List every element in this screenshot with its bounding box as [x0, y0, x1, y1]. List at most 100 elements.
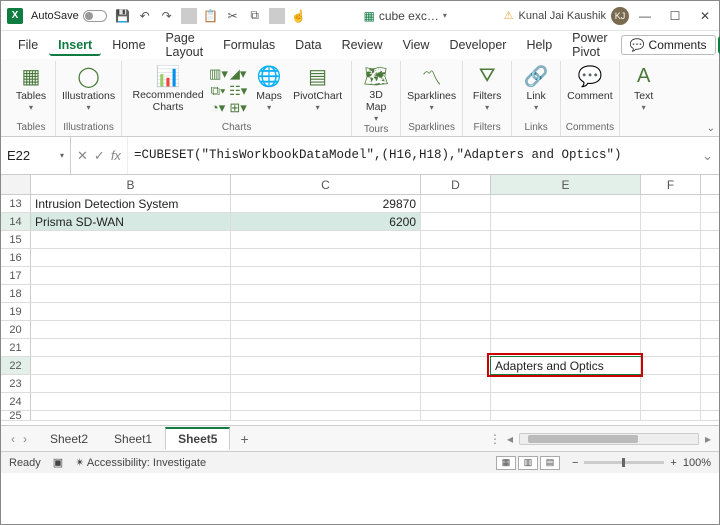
tab-file[interactable]: File	[9, 35, 47, 55]
touch-mode-icon[interactable]: ☝	[291, 8, 307, 24]
ribbon: ▦Tables▾ Tables ◯Illustrations▾ Illustra…	[1, 59, 719, 137]
filter-icon: ⛛	[479, 63, 496, 89]
paste-icon[interactable]: 📋	[203, 8, 219, 24]
row-23: 23	[1, 375, 719, 393]
row-19: 19	[1, 303, 719, 321]
col-header-f[interactable]: F	[641, 175, 701, 194]
document-title[interactable]: ▦ cube exc… ▾	[315, 9, 496, 23]
tab-view[interactable]: View	[394, 35, 439, 55]
comment-button[interactable]: 💬Comment	[565, 63, 615, 102]
cancel-formula-icon[interactable]: ✕	[77, 148, 88, 164]
tab-power-pivot[interactable]: Power Pivot	[563, 28, 616, 62]
page-break-view-icon[interactable]: ▤	[540, 456, 560, 470]
horizontal-scrollbar[interactable]	[519, 433, 699, 445]
chart-types[interactable]: ▥▾⧉▾◔▾	[209, 63, 227, 119]
sparklines-button[interactable]: 〽Sparklines▾	[405, 63, 458, 112]
next-sheet-icon[interactable]: ›	[23, 432, 27, 446]
close-icon[interactable]: ✕	[697, 9, 713, 23]
recommended-charts-button[interactable]: 📊Recommended Charts	[129, 63, 207, 113]
col-header-d[interactable]: D	[421, 175, 491, 194]
formula-buttons: ✕ ✓ fx	[71, 137, 128, 174]
excel-mini-icon: ▦	[363, 9, 374, 23]
comments-button[interactable]: 💬 Comments	[621, 35, 716, 55]
row-25: 25	[1, 411, 719, 421]
tab-insert[interactable]: Insert	[49, 35, 101, 56]
tab-split-icon[interactable]: ⋮	[489, 432, 501, 446]
comment-big-icon: 💬	[577, 63, 602, 89]
sheet-tab-sheet1[interactable]: Sheet1	[101, 428, 165, 450]
col-header-c[interactable]: C	[231, 175, 421, 194]
tab-formulas[interactable]: Formulas	[214, 35, 284, 55]
scroll-right-icon[interactable]: ▸	[705, 432, 711, 446]
zoom-level[interactable]: 100%	[683, 457, 711, 469]
stat-chart-icon: ☷▾	[229, 83, 247, 99]
macro-record-icon[interactable]: ▣	[53, 456, 63, 469]
sheet-tab-sheet2[interactable]: Sheet2	[37, 428, 101, 450]
accessibility-status[interactable]: ✴ Accessibility: Investigate	[75, 456, 206, 469]
filters-button[interactable]: ⛛Filters▾	[467, 63, 507, 112]
tables-button[interactable]: ▦Tables▾	[11, 63, 51, 112]
sheet-tab-sheet5[interactable]: Sheet5	[165, 427, 230, 450]
add-sheet-button[interactable]: +	[230, 431, 258, 447]
status-ready: Ready	[9, 457, 41, 469]
tab-review[interactable]: Review	[333, 35, 392, 55]
autosave-toggle[interactable]: AutoSave	[31, 10, 107, 22]
cell-e22[interactable]: Adapters and Optics	[491, 357, 641, 374]
save-icon[interactable]: 💾	[115, 8, 131, 24]
tab-home[interactable]: Home	[103, 35, 154, 55]
enter-formula-icon[interactable]: ✓	[94, 148, 105, 164]
expand-formula-icon[interactable]: ⌄	[696, 148, 719, 164]
3d-map-button[interactable]: 🗺3D Map▾	[356, 63, 396, 123]
normal-view-icon[interactable]: ▦	[496, 456, 516, 470]
maximize-icon[interactable]: ☐	[667, 9, 683, 23]
fx-icon[interactable]: fx	[111, 148, 121, 163]
tab-help[interactable]: Help	[517, 35, 561, 55]
spreadsheet-grid[interactable]: B C D E F 13Intrusion Detection System29…	[1, 175, 719, 425]
name-box[interactable]: E22▾	[1, 137, 71, 174]
chevron-down-icon[interactable]: ▾	[443, 11, 447, 20]
text-button[interactable]: AText▾	[624, 63, 664, 112]
ribbon-group-links: 🔗Link▾ Links	[512, 61, 561, 136]
zoom-slider[interactable]	[584, 461, 664, 464]
col-header-b[interactable]: B	[31, 175, 231, 194]
toggle-off-icon[interactable]	[83, 10, 107, 22]
row-22: 22Adapters and Optics	[1, 357, 719, 375]
zoom-control[interactable]: − + 100%	[572, 457, 711, 469]
prev-sheet-icon[interactable]: ‹	[11, 432, 15, 446]
status-bar: Ready ▣ ✴ Accessibility: Investigate ▦ ▥…	[1, 451, 719, 473]
collapse-ribbon-icon[interactable]: ⌄	[707, 123, 715, 134]
tab-data[interactable]: Data	[286, 35, 330, 55]
shapes-icon: ◯	[77, 63, 99, 89]
ribbon-group-sparklines: 〽Sparklines▾ Sparklines	[401, 61, 463, 136]
pivotchart-button[interactable]: ▤PivotChart▾	[291, 63, 344, 112]
quick-access-toolbar: 💾 ↶ ↷ 📋 ✂ ⧉ ☝	[115, 8, 307, 24]
tab-page-layout[interactable]: Page Layout	[157, 28, 213, 62]
zoom-in-icon[interactable]: +	[670, 457, 676, 469]
row-16: 16	[1, 249, 719, 267]
pie-chart-icon: ◔▾	[209, 100, 227, 116]
link-icon: 🔗	[524, 63, 549, 89]
select-all-corner[interactable]	[1, 175, 31, 194]
ribbon-group-comments: 💬Comment Comments	[561, 61, 620, 136]
tab-developer[interactable]: Developer	[440, 35, 515, 55]
copy-icon[interactable]: ⧉	[247, 8, 263, 24]
link-button[interactable]: 🔗Link▾	[516, 63, 556, 112]
scroll-left-icon[interactable]: ◂	[507, 432, 513, 446]
user-account[interactable]: ⚠ Kunal Jai Kaushik KJ	[504, 7, 629, 25]
maps-button[interactable]: 🌐Maps▾	[249, 63, 289, 112]
undo-icon[interactable]: ↶	[137, 8, 153, 24]
sheet-tab-bar: ‹ › Sheet2 Sheet1 Sheet5 + ⋮ ◂ ▸	[1, 425, 719, 451]
minimize-icon[interactable]: —	[637, 9, 653, 23]
text-icon: A	[637, 63, 650, 89]
comment-icon: 💬	[630, 38, 645, 52]
formula-input[interactable]: =CUBESET("ThisWorkbookDataModel",(H16,H1…	[128, 144, 696, 166]
zoom-out-icon[interactable]: −	[572, 457, 578, 469]
page-layout-view-icon[interactable]: ▥	[518, 456, 538, 470]
line-chart-icon: ⧉▾	[209, 83, 227, 99]
col-header-e[interactable]: E	[491, 175, 641, 194]
cut-icon[interactable]: ✂	[225, 8, 241, 24]
redo-icon[interactable]: ↷	[159, 8, 175, 24]
recommended-charts-icon: 📊	[156, 63, 181, 89]
sparkline-icon: 〽	[422, 63, 442, 89]
illustrations-button[interactable]: ◯Illustrations▾	[60, 63, 117, 112]
